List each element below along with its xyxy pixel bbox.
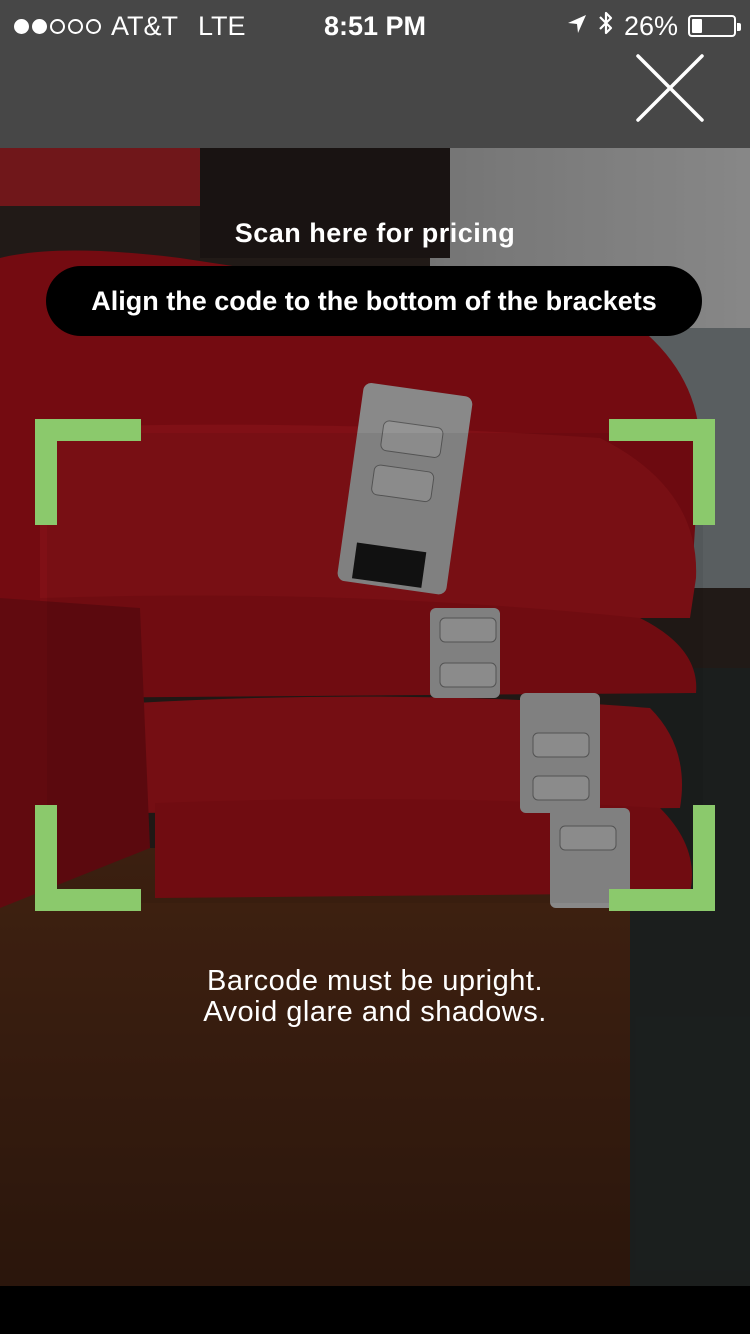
- scan-hint: Barcode must be upright. Avoid glare and…: [0, 966, 750, 1028]
- close-button[interactable]: [634, 52, 706, 124]
- status-right: 26%: [566, 9, 741, 44]
- scan-hint-line-1: Barcode must be upright.: [206, 965, 543, 997]
- align-instruction-text: Align the code to the bottom of the brac…: [91, 285, 657, 316]
- bracket-top-left: [35, 419, 141, 525]
- scan-title: Scan here for pricing: [234, 218, 516, 248]
- bracket-bottom-left: [35, 805, 141, 911]
- battery-percent: 26%: [623, 11, 678, 41]
- bracket-bottom-right: [609, 805, 715, 911]
- bracket-top-right: [609, 419, 715, 525]
- camera-viewfinder[interactable]: Scan here for pricing Align the code to …: [0, 148, 750, 1286]
- bottom-bar: [0, 1286, 750, 1334]
- bluetooth-icon: [598, 9, 614, 44]
- barcode-scanner-screen: AT&T LTE 8:51 PM 26% Scan here for prici…: [0, 0, 750, 1334]
- close-icon: [636, 54, 704, 122]
- location-arrow-icon: [566, 10, 588, 42]
- scan-hint-line-2: Avoid glare and shadows.: [203, 996, 547, 1028]
- top-bar: AT&T LTE 8:51 PM 26%: [0, 0, 750, 148]
- align-instruction-banner: Align the code to the bottom of the brac…: [46, 266, 702, 336]
- battery-icon: [688, 15, 741, 37]
- scan-area: [47, 433, 703, 903]
